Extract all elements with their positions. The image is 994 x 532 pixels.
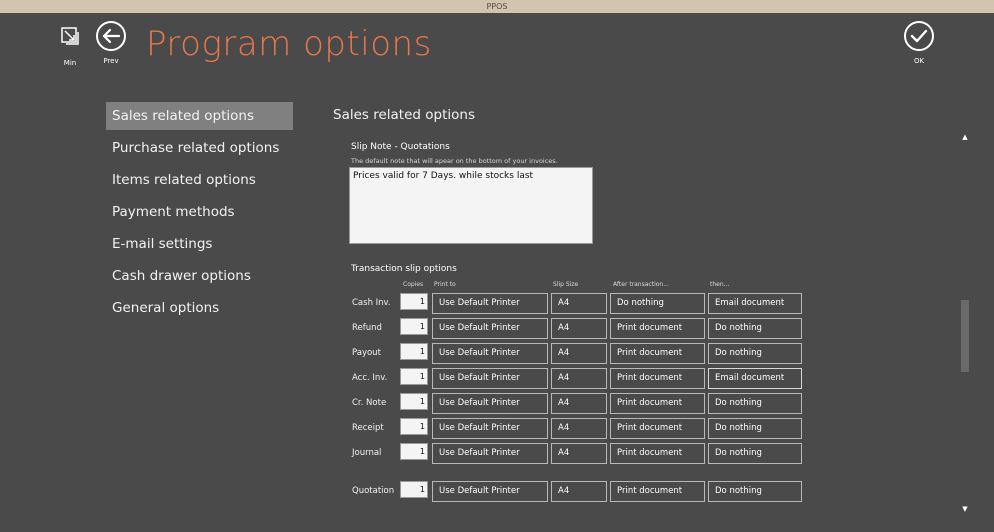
ok-button[interactable]: OK (903, 20, 935, 65)
transaction-slip-title: Transaction slip options (351, 264, 457, 274)
after-transaction-select[interactable]: Print document (610, 443, 705, 464)
then-select[interactable]: Do nothing (708, 418, 802, 439)
row-label: Receipt (352, 423, 384, 433)
print-to-select[interactable]: Use Default Printer (432, 443, 548, 464)
prev-button[interactable]: Prev (95, 20, 127, 65)
transaction-row-journal: Journal 1 Use Default Printer A4 Print d… (0, 443, 994, 465)
copies-input[interactable]: 1 (400, 293, 428, 310)
slip-note-title: Slip Note - Quotations (351, 142, 450, 152)
after-transaction-select[interactable]: Print document (610, 418, 705, 439)
print-to-select[interactable]: Use Default Printer (432, 481, 548, 502)
then-select[interactable]: Do nothing (708, 318, 802, 339)
transaction-row-acc-inv: Acc. Inv. 1 Use Default Printer A4 Print… (0, 368, 994, 390)
checkmark-icon (904, 21, 934, 51)
slip-size-select[interactable]: A4 (551, 418, 607, 439)
print-to-select[interactable]: Use Default Printer (432, 418, 548, 439)
slip-size-select[interactable]: A4 (551, 368, 607, 389)
row-label: Journal (352, 448, 382, 458)
column-header-then: then... (710, 281, 730, 288)
slip-size-select[interactable]: A4 (551, 343, 607, 364)
print-to-select[interactable]: Use Default Printer (432, 343, 548, 364)
slip-size-select[interactable]: A4 (551, 293, 607, 314)
row-label: Acc. Inv. (352, 373, 388, 383)
window-titlebar: PPOS (0, 0, 994, 13)
nav-item-purchase[interactable]: Purchase related options (106, 134, 293, 162)
print-to-select[interactable]: Use Default Printer (432, 368, 548, 389)
copies-input[interactable]: 1 (400, 418, 428, 435)
nav-item-payment-methods[interactable]: Payment methods (106, 198, 293, 226)
min-button[interactable]: Min (58, 27, 82, 67)
transaction-row-cash-inv: Cash Inv. 1 Use Default Printer A4 Do no… (0, 293, 994, 315)
transaction-row-receipt: Receipt 1 Use Default Printer A4 Print d… (0, 418, 994, 440)
copies-input[interactable]: 1 (400, 318, 428, 335)
copies-input[interactable]: 1 (400, 443, 428, 460)
after-transaction-select[interactable]: Print document (610, 368, 705, 389)
column-header-print-to: Print to (434, 281, 456, 288)
after-transaction-select[interactable]: Print document (610, 481, 705, 502)
page-title: Program options (146, 24, 432, 64)
min-label: Min (63, 59, 77, 67)
minimize-icon (61, 27, 79, 45)
slip-size-select[interactable]: A4 (551, 318, 607, 339)
then-select[interactable]: Do nothing (708, 443, 802, 464)
nav-item-cash-drawer[interactable]: Cash drawer options (106, 262, 293, 290)
nav-item-sales[interactable]: Sales related options (106, 102, 293, 130)
after-transaction-select[interactable]: Do nothing (610, 293, 705, 314)
row-label: Cash Inv. (352, 298, 391, 308)
transaction-row-quotation: Quotation 1 Use Default Printer A4 Print… (0, 481, 994, 503)
section-title: Sales related options (333, 107, 475, 123)
nav-item-items[interactable]: Items related options (106, 166, 293, 194)
row-label: Cr. Note (352, 398, 387, 408)
transaction-row-payout: Payout 1 Use Default Printer A4 Print do… (0, 343, 994, 365)
then-select[interactable]: Email document (708, 368, 802, 389)
copies-input[interactable]: 1 (400, 343, 428, 360)
print-to-select[interactable]: Use Default Printer (432, 293, 548, 314)
after-transaction-select[interactable]: Print document (610, 343, 705, 364)
slip-note-hint: The default note that will apear on the … (351, 157, 558, 165)
row-label: Quotation (352, 486, 395, 496)
then-select[interactable]: Do nothing (708, 393, 802, 414)
prev-label: Prev (103, 57, 119, 65)
row-label: Payout (352, 348, 381, 358)
slip-size-select[interactable]: A4 (551, 393, 607, 414)
slip-size-select[interactable]: A4 (551, 443, 607, 464)
copies-input[interactable]: 1 (400, 393, 428, 410)
ok-label: OK (913, 57, 925, 65)
print-to-select[interactable]: Use Default Printer (432, 318, 548, 339)
nav-item-email-settings[interactable]: E-mail settings (106, 230, 293, 258)
print-to-select[interactable]: Use Default Printer (432, 393, 548, 414)
transaction-row-refund: Refund 1 Use Default Printer A4 Print do… (0, 318, 994, 340)
column-header-copies: Copies (403, 281, 424, 288)
then-select[interactable]: Email document (708, 293, 802, 314)
slip-note-textarea[interactable]: Prices valid for 7 Days. while stocks la… (349, 167, 593, 244)
transaction-row-cr-note: Cr. Note 1 Use Default Printer A4 Print … (0, 393, 994, 415)
copies-input[interactable]: 1 (400, 481, 428, 498)
column-header-after-transaction: After transaction... (613, 281, 669, 288)
scroll-up-arrow-icon[interactable]: ▲ (961, 133, 969, 141)
after-transaction-select[interactable]: Print document (610, 393, 705, 414)
then-select[interactable]: Do nothing (708, 481, 802, 502)
scrollbar-thumb[interactable] (961, 300, 969, 372)
back-arrow-icon (96, 21, 126, 51)
row-label: Refund (352, 323, 382, 333)
column-header-slip-size: Slip Size (553, 281, 579, 288)
after-transaction-select[interactable]: Print document (610, 318, 705, 339)
slip-size-select[interactable]: A4 (551, 481, 607, 502)
copies-input[interactable]: 1 (400, 368, 428, 385)
then-select[interactable]: Do nothing (708, 343, 802, 364)
scroll-down-arrow-icon[interactable]: ▼ (961, 505, 969, 513)
